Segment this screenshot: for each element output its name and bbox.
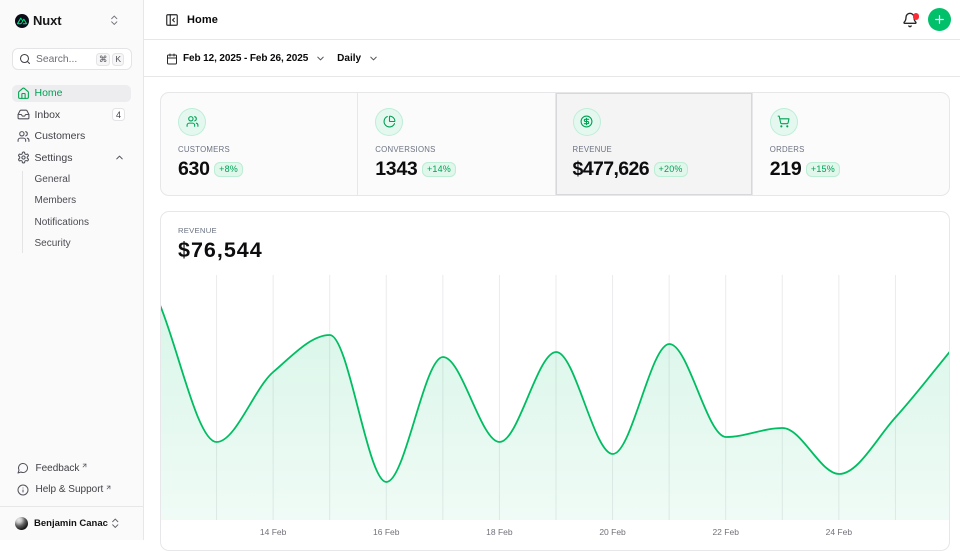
svg-text:16 Feb: 16 Feb [373,527,400,537]
svg-text:22 Feb: 22 Feb [712,527,739,537]
svg-text:18 Feb: 18 Feb [486,527,513,537]
svg-text:20 Feb: 20 Feb [599,527,626,537]
svg-text:14 Feb: 14 Feb [260,527,287,537]
svg-text:24 Feb: 24 Feb [826,527,853,537]
